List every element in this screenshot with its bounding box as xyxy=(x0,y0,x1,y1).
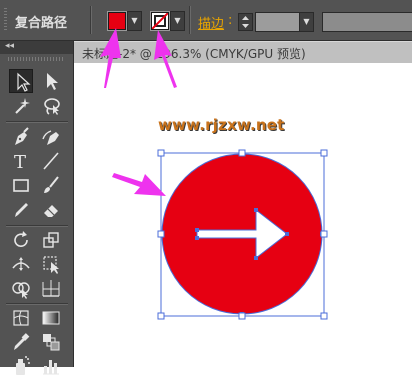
watermark-text: www.rjzxw.net xyxy=(158,116,285,134)
annotation-arrows xyxy=(100,28,177,196)
resize-handle xyxy=(320,149,328,157)
artwork-layer xyxy=(100,28,328,320)
resize-handle xyxy=(320,312,328,320)
anchor-point xyxy=(195,228,199,232)
resize-handle xyxy=(157,149,165,157)
resize-handle xyxy=(157,230,165,238)
anchor-point xyxy=(254,256,258,260)
resize-handle xyxy=(157,312,165,320)
anchor-point xyxy=(285,232,289,236)
anchor-point xyxy=(254,208,258,212)
resize-handle xyxy=(238,312,246,320)
anchor-point xyxy=(195,236,199,240)
annotation-arrow-stroke xyxy=(154,30,177,88)
annotation-arrow-fill xyxy=(100,28,121,88)
resize-handle xyxy=(320,230,328,238)
resize-handle xyxy=(238,149,246,157)
annotation-arrow-shape xyxy=(112,173,166,196)
